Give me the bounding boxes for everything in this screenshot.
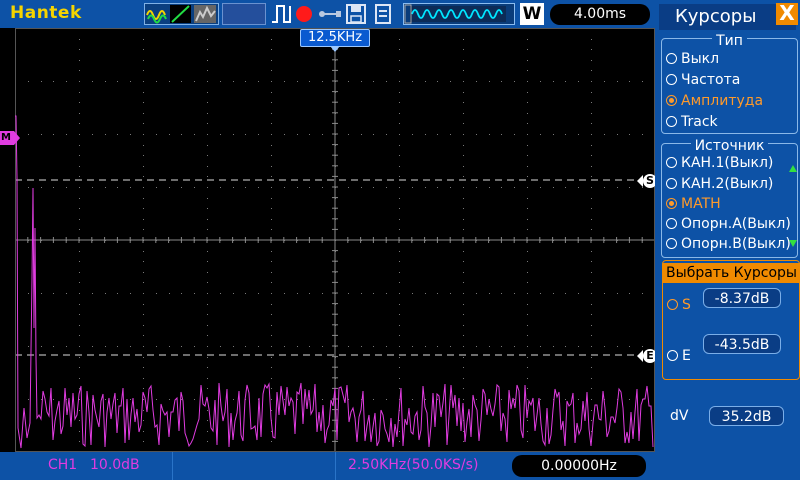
- status-box: [222, 3, 266, 25]
- frequency-position-marker[interactable]: 12.5KHz: [300, 29, 370, 52]
- close-button[interactable]: X: [776, 3, 798, 25]
- brand-logo: Hantek: [10, 3, 82, 23]
- separator: [335, 452, 336, 480]
- dv-value: 35.2dB: [709, 406, 784, 426]
- cursor-e-value: -43.5dB: [703, 334, 781, 354]
- type-group-title: Тип: [712, 33, 747, 49]
- type-group: Тип Выкл Частота Амплитуда Track: [661, 33, 798, 134]
- source-option-math[interactable]: MATH: [666, 196, 721, 212]
- radio-selected-icon: [667, 298, 678, 310]
- frequency-readout: 0.00000Hz: [512, 455, 646, 477]
- select-cursor-title: Выбрать Курсоры: [663, 263, 800, 283]
- cursor-e-option[interactable]: E: [667, 348, 691, 364]
- radio-icon: [666, 156, 677, 168]
- cursor-menu-panel: Курсоры X Тип Выкл Частота Амплитуда Tra…: [655, 0, 800, 480]
- radio-selected-icon: [666, 197, 677, 209]
- timebase-readout[interactable]: 4.00ms: [550, 4, 650, 25]
- type-option-off[interactable]: Выкл: [666, 51, 719, 67]
- source-option-ch2[interactable]: КАН.2(Выкл): [666, 176, 773, 192]
- usb-icon: [318, 3, 342, 25]
- cursor-s-value: -8.37dB: [703, 288, 781, 308]
- trigger-edge-icon[interactable]: [270, 3, 294, 25]
- radio-icon: [666, 177, 677, 189]
- radio-icon: [666, 115, 677, 127]
- top-toolbar: Hantek W 4.00ms: [0, 0, 655, 28]
- channel-label[interactable]: CH1: [48, 457, 77, 473]
- source-group: Источник КАН.1(Выкл) КАН.2(Выкл) MATH Оп…: [661, 138, 798, 258]
- dv-label: dV: [670, 408, 689, 424]
- scroll-up-icon[interactable]: [789, 165, 797, 172]
- save-icon[interactable]: [345, 3, 367, 25]
- run-stop-icon[interactable]: [296, 6, 312, 22]
- math-channel-marker[interactable]: M: [0, 131, 20, 145]
- radio-icon: [667, 349, 678, 361]
- radio-selected-icon: [666, 94, 677, 106]
- memory-icon[interactable]: [372, 3, 394, 25]
- sample-rate-info: 2.50KHz(50.0KS/s): [348, 457, 479, 473]
- bottom-status-bar: CH1 10.0dB 2.50KHz(50.0KS/s) 0.00000Hz: [0, 452, 655, 480]
- type-option-amplitude[interactable]: Амплитуда: [666, 93, 763, 109]
- select-cursor-group[interactable]: Выбрать Курсоры S -8.37dB E -43.5dB: [662, 260, 800, 380]
- fft-plot: [15, 28, 655, 452]
- radio-icon: [666, 217, 677, 229]
- radio-icon: [666, 73, 677, 85]
- channel-scale[interactable]: 10.0dB: [90, 457, 140, 473]
- source-option-ref-b[interactable]: Опорн.B(Выкл): [666, 236, 791, 252]
- type-option-track[interactable]: Track: [666, 114, 718, 130]
- source-option-ch1[interactable]: КАН.1(Выкл): [666, 155, 773, 171]
- radio-icon: [666, 237, 677, 249]
- source-option-ref-a[interactable]: Опорн.A(Выкл): [666, 216, 791, 232]
- source-group-title: Источник: [690, 138, 769, 154]
- waveform-display[interactable]: [15, 28, 655, 452]
- type-option-frequency[interactable]: Частота: [666, 72, 740, 88]
- memory-depth-bar[interactable]: [403, 3, 515, 25]
- radio-icon: [666, 52, 677, 64]
- cursor-s-option[interactable]: S: [667, 297, 691, 313]
- separator: [172, 452, 173, 480]
- scroll-down-icon[interactable]: [789, 240, 797, 247]
- wave-mode-icon[interactable]: [144, 3, 219, 25]
- wave-mode-indicator[interactable]: W: [520, 3, 544, 25]
